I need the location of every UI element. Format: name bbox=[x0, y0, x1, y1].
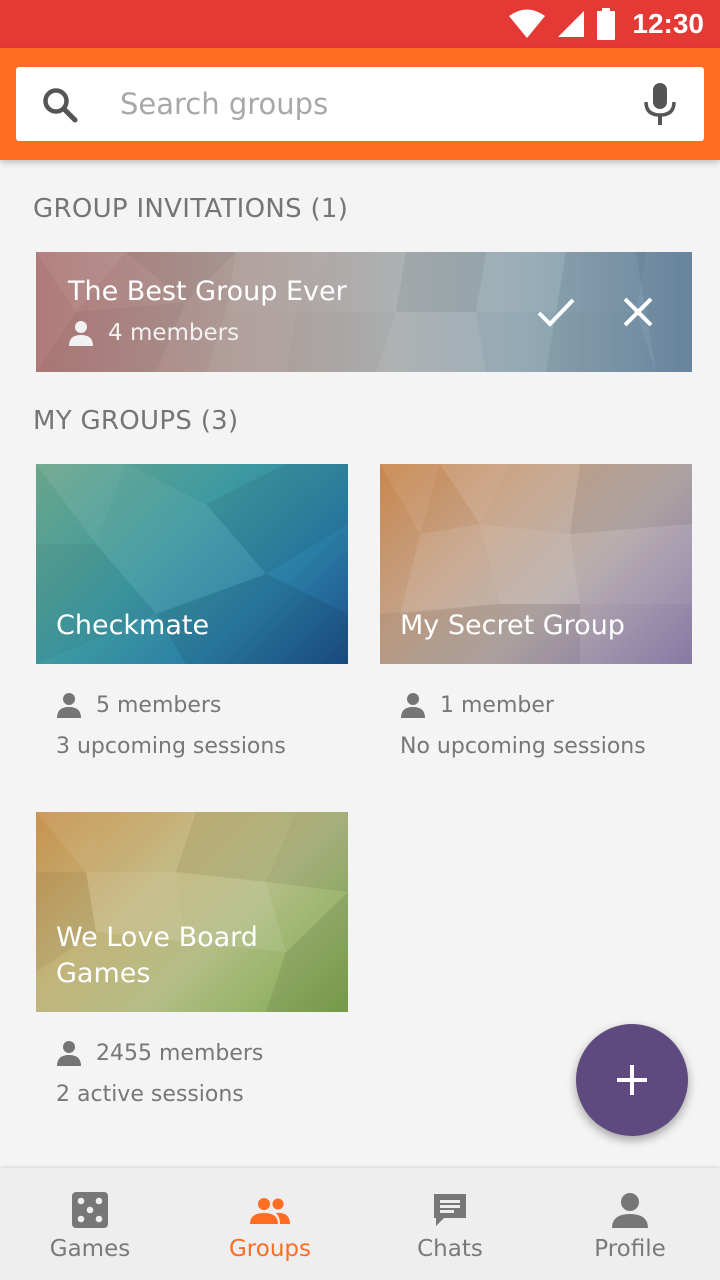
person-icon bbox=[69, 321, 93, 346]
nav-item-games[interactable]: Games bbox=[0, 1168, 180, 1280]
chat-icon bbox=[434, 1194, 466, 1226]
group-title: My Secret Group bbox=[400, 610, 625, 641]
bottom-navigation: Games Groups Chats Profile bbox=[0, 1168, 720, 1280]
dice-icon bbox=[72, 1192, 108, 1228]
invitation-group-name: The Best Group Ever bbox=[68, 276, 347, 307]
status-time: 12:30 bbox=[632, 8, 704, 39]
groups-icon bbox=[250, 1198, 290, 1224]
invitation-card[interactable]: The Best Group Ever 4 members bbox=[36, 252, 692, 372]
card-background-pattern bbox=[36, 252, 692, 372]
add-group-button[interactable] bbox=[576, 1024, 688, 1136]
nav-item-chats[interactable]: Chats bbox=[360, 1168, 540, 1280]
app-bar bbox=[0, 48, 720, 160]
group-card-checkmate[interactable]: Checkmate bbox=[36, 464, 348, 664]
group-title: We Love Board Games bbox=[56, 922, 258, 989]
nav-item-profile[interactable]: Profile bbox=[540, 1168, 720, 1280]
nav-label-games: Games bbox=[49, 1236, 131, 1262]
invitation-member-count: 4 members bbox=[68, 320, 239, 346]
group-member-count: 5 members bbox=[96, 692, 222, 718]
my-groups-heading: MY GROUPS (3) bbox=[33, 406, 239, 436]
battery-icon bbox=[597, 8, 616, 40]
search-box[interactable] bbox=[16, 67, 704, 141]
group-title: Checkmate bbox=[56, 610, 210, 641]
wifi-icon bbox=[509, 9, 546, 38]
group-card-my-secret-group[interactable]: My Secret Group bbox=[380, 464, 692, 664]
group-card-we-love-board-games[interactable]: We Love Board Games bbox=[36, 812, 348, 1012]
accept-invitation-button[interactable] bbox=[534, 290, 578, 334]
group-details-my-secret-group: 1 member No upcoming sessions bbox=[400, 690, 646, 760]
nav-label-profile: Profile bbox=[594, 1236, 666, 1262]
group-sessions: 2 active sessions bbox=[56, 1082, 244, 1107]
nav-label-chats: Chats bbox=[417, 1236, 483, 1262]
profile-icon bbox=[612, 1193, 648, 1228]
search-icon[interactable] bbox=[40, 85, 80, 125]
decline-invitation-button[interactable] bbox=[616, 290, 660, 334]
plus-icon bbox=[617, 1065, 647, 1095]
group-sessions: No upcoming sessions bbox=[400, 734, 646, 759]
group-details-checkmate: 5 members 3 upcoming sessions bbox=[56, 690, 286, 760]
nav-label-groups: Groups bbox=[228, 1236, 311, 1262]
group-details-we-love-board-games: 2455 members 2 active sessions bbox=[56, 1038, 264, 1108]
nav-item-groups[interactable]: Groups bbox=[180, 1168, 360, 1280]
group-member-count: 2455 members bbox=[96, 1040, 264, 1066]
person-icon bbox=[57, 693, 81, 718]
status-bar: 12:30 bbox=[0, 0, 720, 48]
invitations-heading: GROUP INVITATIONS (1) bbox=[33, 194, 349, 224]
person-icon bbox=[57, 1041, 81, 1066]
group-sessions: 3 upcoming sessions bbox=[56, 734, 286, 759]
person-icon bbox=[401, 693, 425, 718]
signal-icon bbox=[558, 11, 585, 37]
microphone-icon[interactable] bbox=[642, 83, 678, 125]
search-input[interactable] bbox=[120, 81, 620, 127]
group-member-count: 1 member bbox=[440, 692, 554, 718]
invitation-members-label: 4 members bbox=[108, 320, 240, 346]
